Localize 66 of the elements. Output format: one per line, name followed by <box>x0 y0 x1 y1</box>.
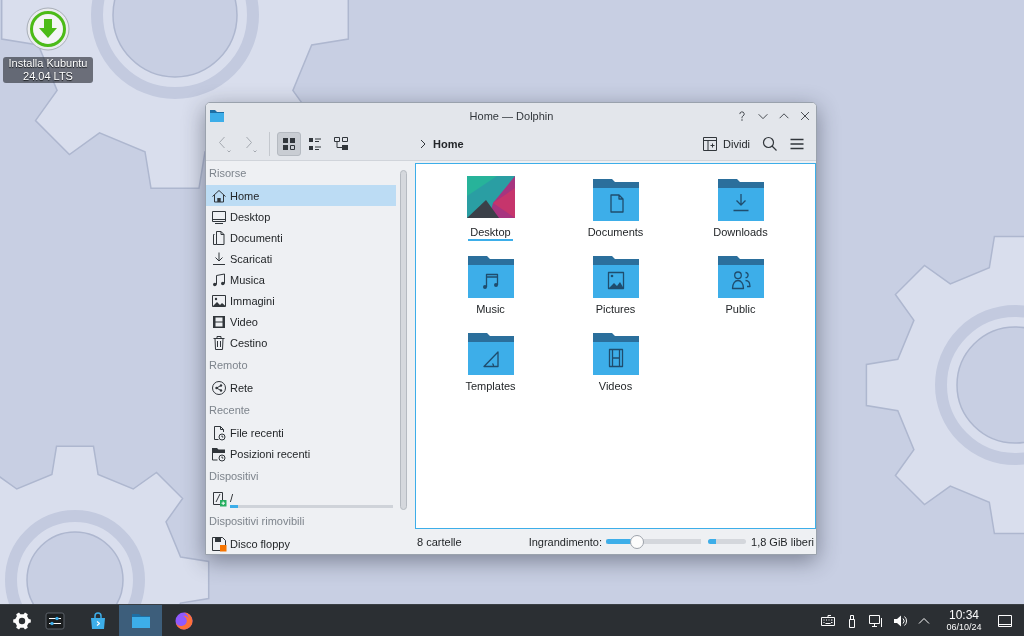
sidebar-item[interactable]: Desktop <box>206 206 396 227</box>
picture-folder-icon[interactable] <box>591 253 640 301</box>
download-folder-icon[interactable] <box>716 176 765 224</box>
flame-globe-icon[interactable] <box>173 610 194 631</box>
sidebar-item[interactable]: Home <box>206 185 396 206</box>
film-folder-icon[interactable] <box>591 330 640 378</box>
folder-clock-icon <box>211 445 227 462</box>
free-space-label: 1,8 GiB liberi <box>751 535 814 548</box>
desktop-icon-label[interactable]: Installa Kubuntu 24.04 LTS <box>3 57 93 83</box>
section-heading: Remoto <box>208 358 249 373</box>
wallpaper-thumbnail[interactable] <box>466 176 515 218</box>
film-icon <box>211 313 227 330</box>
file-name[interactable]: Templates <box>463 379 518 395</box>
sidebar-item[interactable]: Rete <box>206 377 396 398</box>
clock-time[interactable]: 10:34 <box>949 608 979 622</box>
sidebar-item[interactable]: / <box>206 488 396 509</box>
file-name[interactable]: Documents <box>585 225 646 241</box>
sidebar-item[interactable]: Cestino <box>206 332 396 353</box>
folder-icon <box>209 107 225 124</box>
zoom-label: Ingrandimento: <box>528 535 602 548</box>
network-icon <box>211 379 227 396</box>
set-square-folder-icon[interactable] <box>466 330 515 378</box>
sidebar-item[interactable]: Immagini <box>206 290 396 311</box>
sidebar-item[interactable]: File recenti <box>206 422 396 443</box>
picture-icon <box>211 292 227 309</box>
split-view-icon <box>702 136 719 152</box>
sidebar-item[interactable]: Musica <box>206 269 396 290</box>
slider-handle[interactable] <box>630 534 645 549</box>
file-name[interactable]: Pictures <box>593 302 638 318</box>
window-title: Home — Dolphin <box>469 109 554 122</box>
split-button[interactable]: Dividi <box>698 133 754 155</box>
file-name[interactable]: Downloads <box>711 225 770 241</box>
drive-icon <box>211 490 227 507</box>
trash-icon <box>211 334 227 351</box>
file-name[interactable]: Music <box>474 302 507 318</box>
sidebar-item[interactable]: Posizioni recenti <box>206 443 396 464</box>
folder-count: 8 cartelle <box>417 535 462 548</box>
sidebar-item[interactable]: Documenti <box>206 227 396 248</box>
section-heading: Recente <box>208 403 251 418</box>
file-name[interactable]: Videos <box>596 379 635 395</box>
monitor-icon[interactable] <box>868 612 884 629</box>
clock-date[interactable]: 06/10/24 <box>946 621 982 633</box>
people-folder-icon[interactable] <box>716 253 765 301</box>
section-heading: Risorse <box>208 166 248 181</box>
chevron-right-icon <box>418 138 428 150</box>
monitor-icon <box>211 208 227 225</box>
scrollbar-handle[interactable] <box>399 170 407 510</box>
file-name[interactable]: Desktop <box>468 225 513 241</box>
music-note-icon <box>211 271 227 288</box>
screen-icon[interactable] <box>997 612 1013 629</box>
download-icon <box>211 250 227 267</box>
sidebar-item[interactable]: Disco floppy <box>206 533 396 554</box>
sidebar-item[interactable]: Video <box>206 311 396 332</box>
cog-logo-icon[interactable] <box>12 610 32 631</box>
document-folder-icon[interactable] <box>591 176 640 224</box>
documents-icon <box>211 229 227 246</box>
house-icon <box>211 187 227 204</box>
keyboard-icon[interactable] <box>820 612 836 629</box>
floppy-icon <box>211 535 227 552</box>
music-folder-icon[interactable] <box>466 253 515 301</box>
section-heading: Dispositivi rimovibili <box>208 514 306 529</box>
sidebar-item[interactable]: Scaricati <box>206 248 396 269</box>
section-heading: Dispositivi <box>208 469 260 484</box>
breadcrumb-item[interactable]: Home <box>430 136 467 152</box>
file-name[interactable]: Public <box>723 302 758 318</box>
file-clock-icon <box>211 424 227 441</box>
